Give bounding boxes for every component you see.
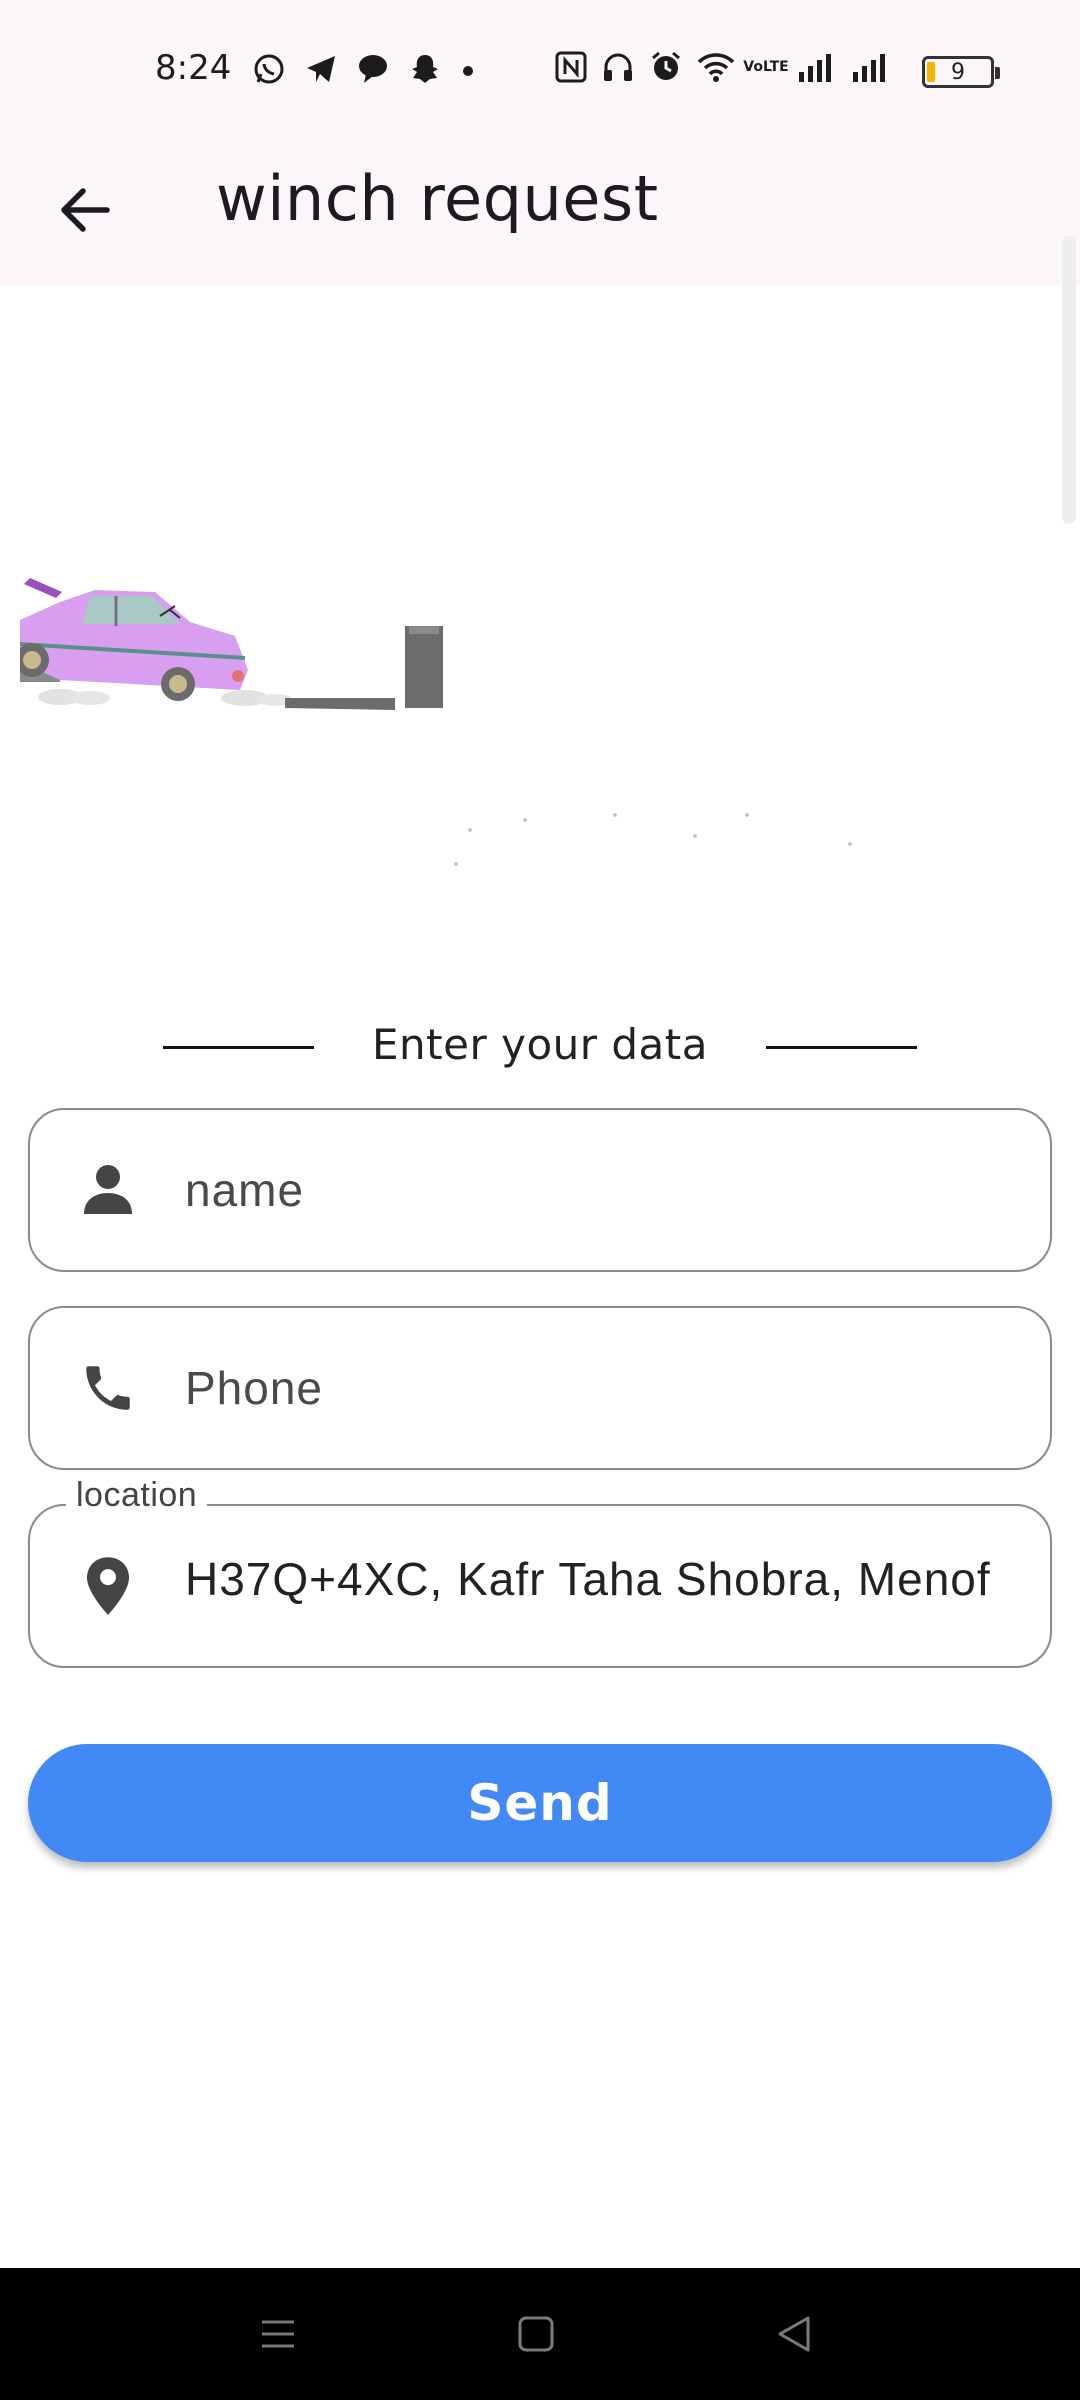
dots-decoration: [454, 813, 852, 866]
scrollbar[interactable]: [1062, 236, 1076, 524]
back-triangle-icon: [778, 2316, 810, 2352]
divider-right: [766, 1046, 917, 1049]
signal-icon: [851, 50, 891, 84]
recents-button[interactable]: [248, 2304, 308, 2364]
status-time: 8:24: [155, 48, 232, 88]
location-label: location: [66, 1476, 208, 1515]
home-icon: [518, 2316, 554, 2352]
section-heading: Enter your data: [0, 1016, 1080, 1076]
chat-bubble-icon: [356, 52, 390, 86]
back-nav-button[interactable]: [764, 2304, 824, 2364]
arrow-back-icon: [61, 188, 110, 232]
volte-label: VoLTE: [743, 59, 789, 75]
location-field[interactable]: location H37Q+4XC, Kafr Taha Shobra, Men…: [28, 1476, 1052, 1668]
signal-icon: [797, 50, 837, 84]
battery-icon: 9: [922, 56, 1000, 88]
location-input[interactable]: H37Q+4XC, Kafr Taha Shobra, Menof: [185, 1552, 1045, 1622]
home-button[interactable]: [506, 2304, 566, 2364]
person-icon: [70, 1152, 146, 1228]
system-icons: VoLTE: [555, 50, 891, 84]
location-pin-icon: [70, 1548, 146, 1624]
app-bar: winch request: [0, 140, 1080, 285]
telegram-icon: [304, 52, 338, 86]
alarm-icon: [649, 50, 683, 84]
snapchat-icon: [408, 52, 442, 86]
phone-input[interactable]: [185, 1348, 1045, 1428]
phone-icon: [70, 1350, 146, 1426]
send-button[interactable]: Send: [28, 1744, 1052, 1862]
notification-icons: [252, 52, 476, 86]
back-button[interactable]: [40, 165, 130, 255]
headphones-icon: [601, 50, 635, 84]
volte-icon: VoLTE: [743, 60, 788, 74]
wifi-icon: [697, 50, 735, 84]
name-field[interactable]: [28, 1108, 1052, 1272]
status-bar: 8:24 VoLTE 9: [0, 0, 1080, 140]
winch-car-illustration: [20, 578, 443, 710]
navigation-bar: [0, 2268, 1080, 2400]
whatsapp-icon: [252, 52, 286, 86]
menu-icon: [262, 2320, 294, 2348]
dot-icon: [460, 52, 476, 86]
name-input[interactable]: [185, 1150, 1045, 1230]
section-label: Enter your data: [372, 1020, 708, 1069]
phone-field[interactable]: [28, 1306, 1052, 1470]
page-title: winch request: [216, 162, 659, 235]
battery-level: 9: [951, 59, 965, 85]
nfc-icon: [555, 50, 587, 84]
